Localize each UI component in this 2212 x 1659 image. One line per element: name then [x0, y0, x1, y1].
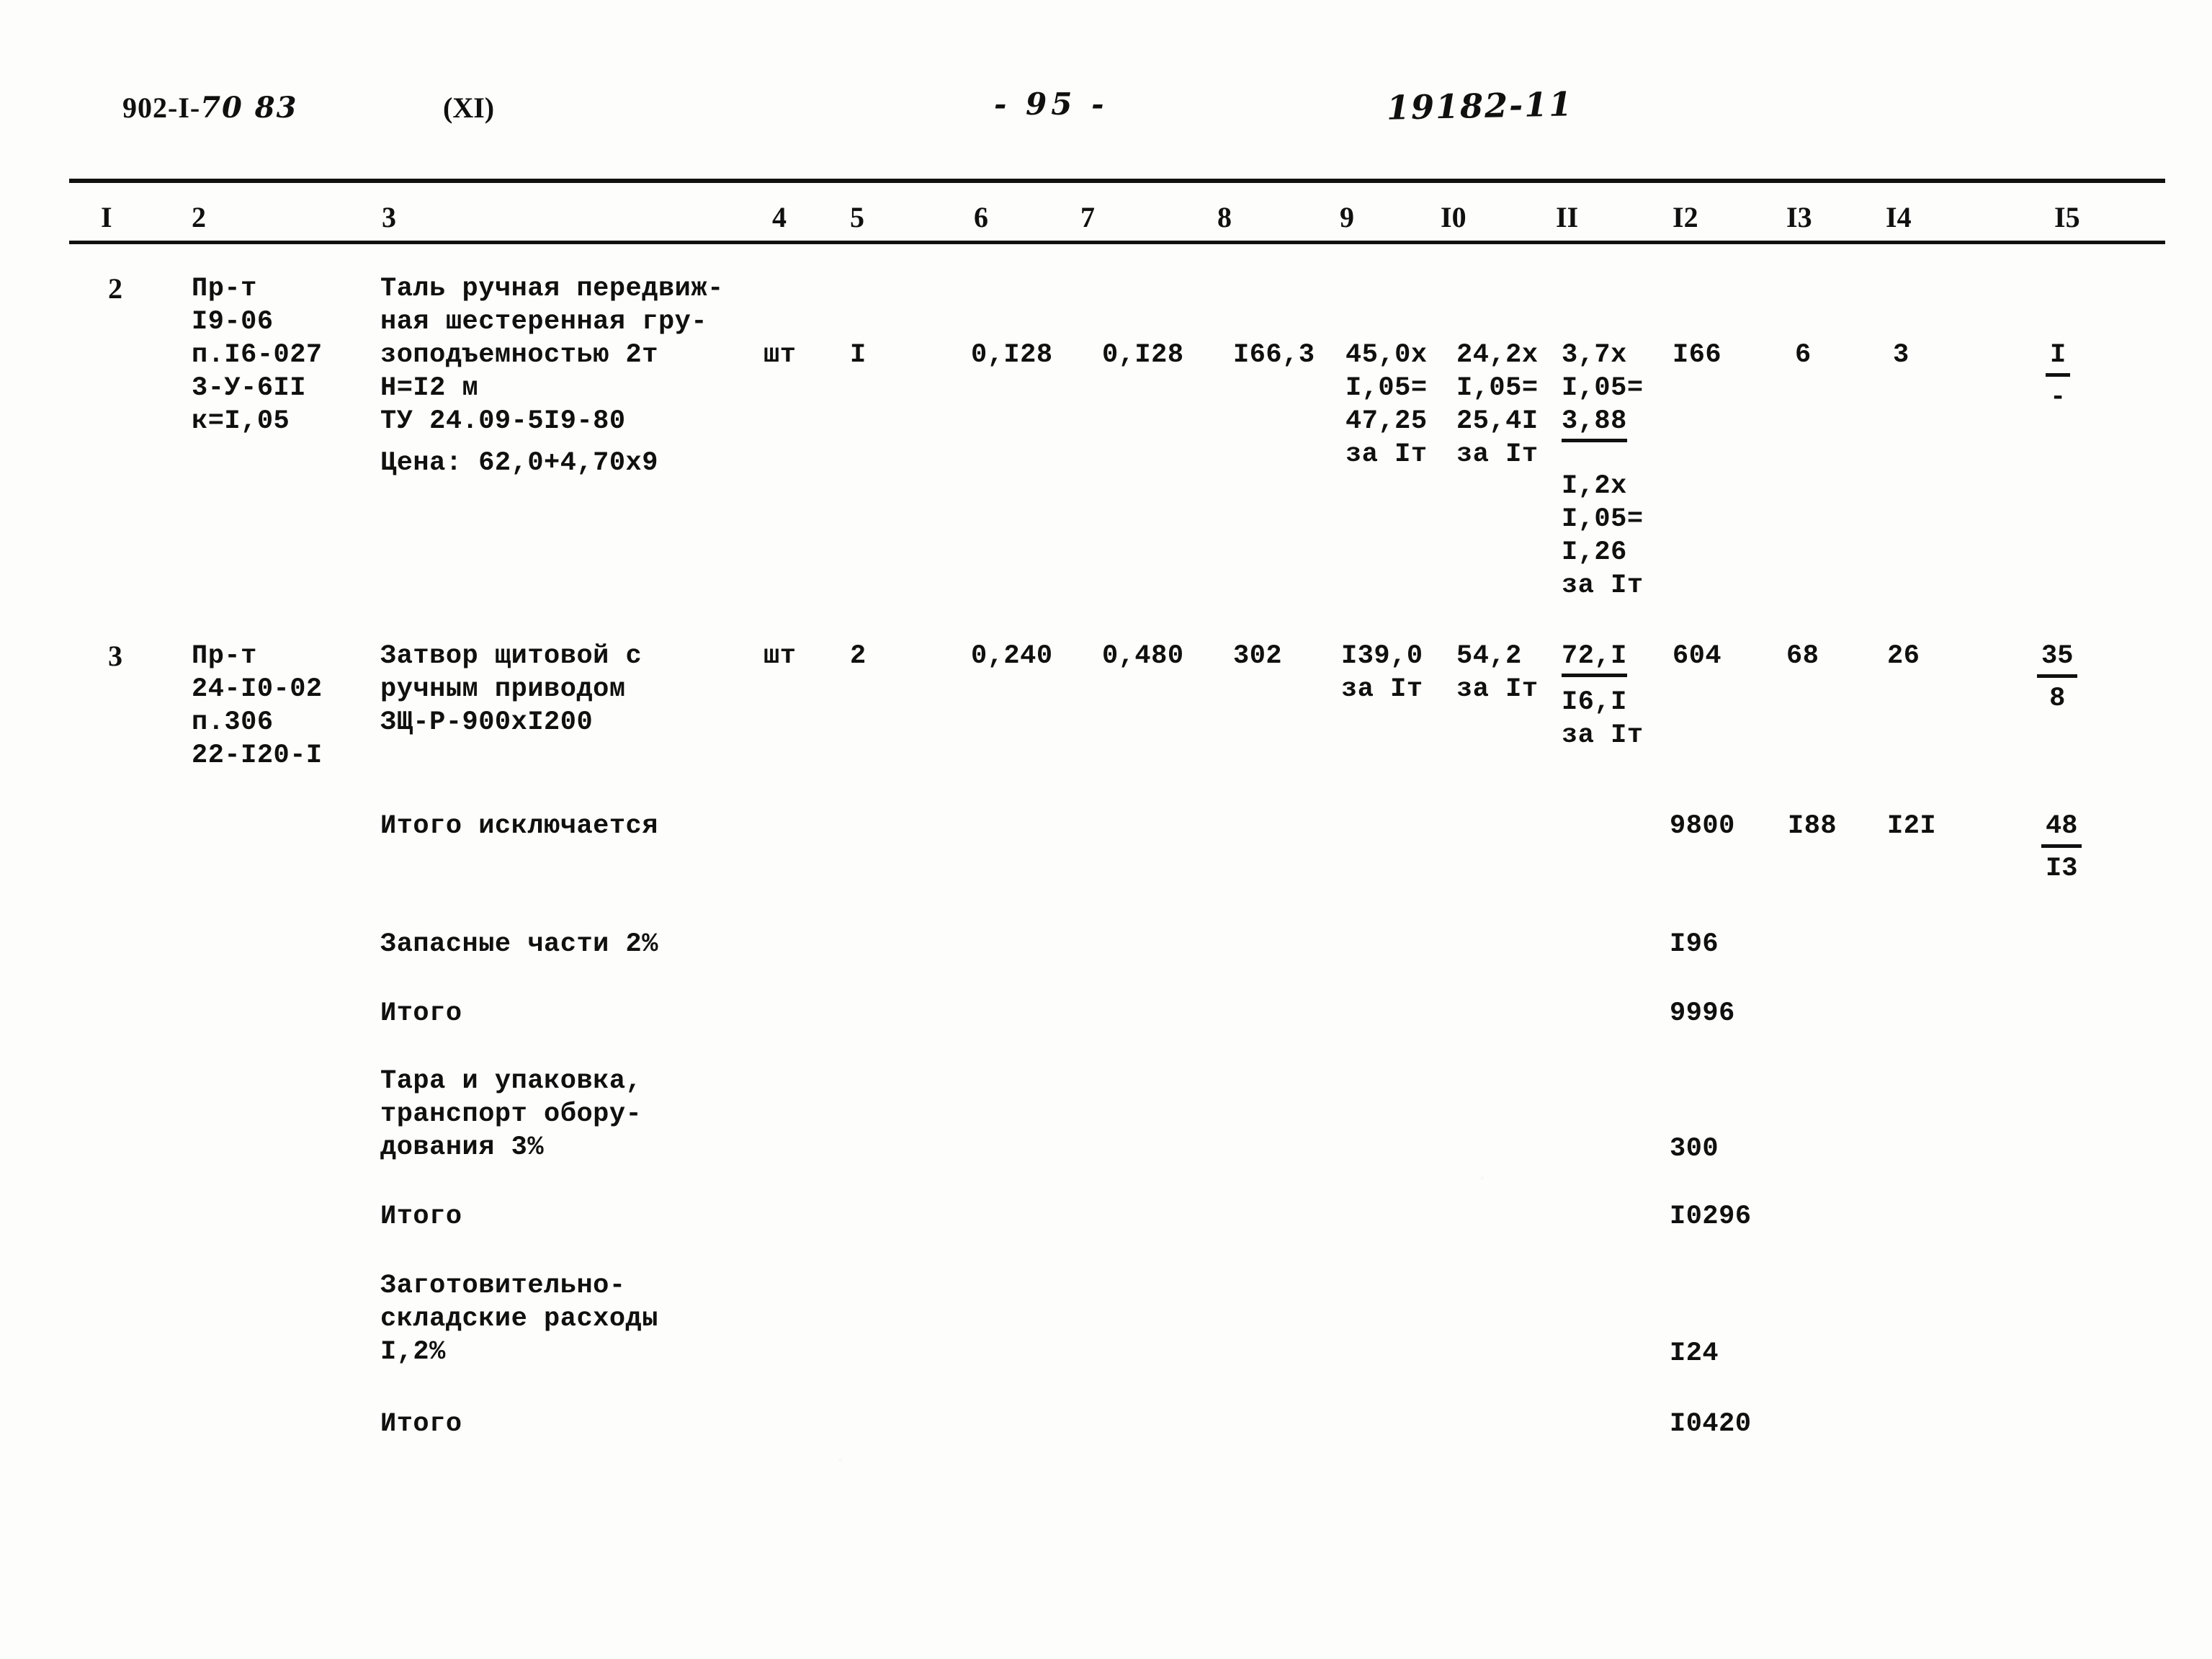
table-row-3-quantity: 2 — [850, 641, 867, 671]
column-header-6: 6 — [974, 201, 988, 233]
table-row-2-quantity: I — [850, 340, 867, 370]
summary-row-total-excluded-col15-denominator: I3 — [2046, 854, 2078, 884]
table-row-3-col15: 35 8 — [2037, 640, 2078, 715]
summary-row-total-excluded-col13: I88 — [1788, 811, 1837, 841]
table-row-3-number: 3 — [108, 640, 123, 672]
table-row-2-col14: 3 — [1893, 340, 1909, 370]
table-row-2-code: Пр-т I9-06 п.I6-027 3-У-6II к=I,05 — [192, 274, 323, 437]
table-row-2-col6: 0,I28 — [971, 340, 1053, 370]
table-top-rule — [69, 179, 2165, 183]
table-row-3-code: Пр-т 24-I0-02 п.306 22-I20-I — [192, 641, 323, 771]
table-row-3-col11-part-b: I6,I за Iт — [1562, 687, 1644, 751]
table-row-2-col11-underlined-value: 3,88 — [1562, 405, 1627, 442]
summary-row-total-excluded-col15-numerator: 48 — [2041, 810, 2082, 848]
sheet-reference-handwritten: 19182-11 — [1386, 84, 1574, 128]
document-code-handwritten: 70 83 — [200, 91, 298, 125]
summary-row-total-1-col12: 9996 — [1670, 998, 1735, 1029]
column-header-10: I0 — [1441, 201, 1467, 233]
summary-row-label-procurement-storage: Заготовительно- складские расходы I,2% — [380, 1271, 658, 1367]
summary-row-total-3-col12: I0420 — [1670, 1409, 1752, 1439]
column-header-1: I — [101, 201, 112, 233]
document-code: 902-I-70 83 — [122, 91, 297, 125]
table-row-2-number: 2 — [108, 272, 123, 305]
table-row-2-col11-part-b: I,2х I,05= I,26 за Iт — [1562, 471, 1644, 601]
column-header-13: I3 — [1786, 201, 1812, 233]
summary-row-procurement-storage-col12: I24 — [1670, 1338, 1719, 1369]
summary-row-label-total-2: Итого — [380, 1202, 462, 1232]
column-header-15: I5 — [2054, 201, 2080, 233]
table-row-2-col9: 45,0х I,05= 47,25 за Iт — [1345, 340, 1428, 470]
table-row-3-description: Затвор щитовой с ручным приводом ЗЩ-Р-90… — [380, 641, 642, 738]
summary-row-total-excluded-col14: I2I — [1887, 811, 1937, 841]
column-header-2: 2 — [192, 201, 206, 233]
table-row-2-col15-denominator: - — [2050, 383, 2067, 413]
table-row-2-description: Таль ручная передвиж- ная шестеренная гр… — [380, 274, 724, 437]
summary-row-total-excluded-col12: 9800 — [1670, 811, 1735, 841]
summary-row-label-total-excluded: Итого исключается — [380, 811, 658, 841]
column-header-11: II — [1556, 201, 1579, 233]
column-header-4: 4 — [772, 201, 787, 233]
table-row-3-col11-underlined-value: 72,I — [1562, 640, 1627, 677]
table-row-2-unit: шт — [764, 340, 797, 370]
summary-row-total-excluded-col15: 48 I3 — [2041, 810, 2082, 885]
summary-row-total-2-col12: I0296 — [1670, 1202, 1752, 1232]
column-header-14: I4 — [1886, 201, 1912, 233]
scan-grain-overlay — [0, 0, 2212, 1659]
summary-row-packaging-transport-col12: 300 — [1670, 1134, 1719, 1164]
table-header-rule — [69, 241, 2165, 244]
column-header-9: 9 — [1340, 201, 1354, 233]
table-row-3-col15-denominator: 8 — [2049, 684, 2066, 714]
column-header-8: 8 — [1217, 201, 1232, 233]
album-number: (XI) — [443, 91, 495, 124]
table-row-2-col8: I66,3 — [1233, 340, 1315, 370]
table-row-2-col10: 24,2х I,05= 25,4I за Iт — [1456, 340, 1539, 470]
table-row-3-col15-numerator: 35 — [2037, 640, 2078, 678]
table-row-3-col13: 68 — [1786, 641, 1819, 671]
summary-row-label-total-1: Итого — [380, 998, 462, 1029]
table-row-3-col7: 0,480 — [1102, 641, 1184, 671]
summary-row-label-total-3: Итого — [380, 1409, 462, 1439]
table-row-3-col9: I39,0 за Iт — [1341, 641, 1423, 705]
summary-row-spare-parts-col12: I96 — [1670, 929, 1719, 960]
column-header-5: 5 — [850, 201, 864, 233]
table-row-3-col8: 302 — [1233, 641, 1283, 671]
table-row-2-col15: I - — [2046, 339, 2071, 414]
column-header-7: 7 — [1080, 201, 1095, 233]
table-row-3-col12: 604 — [1673, 641, 1722, 671]
table-row-3-unit: шт — [764, 641, 797, 671]
table-row-3-col6: 0,240 — [971, 641, 1053, 671]
page-number: - 95 - — [994, 86, 1109, 122]
summary-row-label-packaging-transport: Тара и упаковка, транспорт обору- довани… — [380, 1066, 642, 1163]
table-row-2-col7: 0,I28 — [1102, 340, 1184, 370]
scanned-page: 902-I-70 83 (XI) - 95 - 19182-11 I 2 3 4… — [0, 0, 2212, 1659]
table-row-3-col10: 54,2 за Iт — [1456, 641, 1539, 705]
table-row-2-col15-numerator: I — [2046, 339, 2071, 377]
summary-row-label-spare-parts: Запасные части 2% — [380, 929, 658, 960]
table-row-2-col11-part-a: 3,7х I,05= — [1562, 340, 1644, 403]
table-row-2-col12: I66 — [1673, 340, 1722, 370]
column-header-12: I2 — [1673, 201, 1698, 233]
table-row-3-col14: 26 — [1887, 641, 1920, 671]
column-header-3: 3 — [382, 201, 396, 233]
table-row-2-price-note: Цена: 62,0+4,70х9 — [380, 448, 658, 478]
table-row-2-col13: 6 — [1795, 340, 1812, 370]
document-code-printed: 902-I- — [122, 91, 201, 124]
